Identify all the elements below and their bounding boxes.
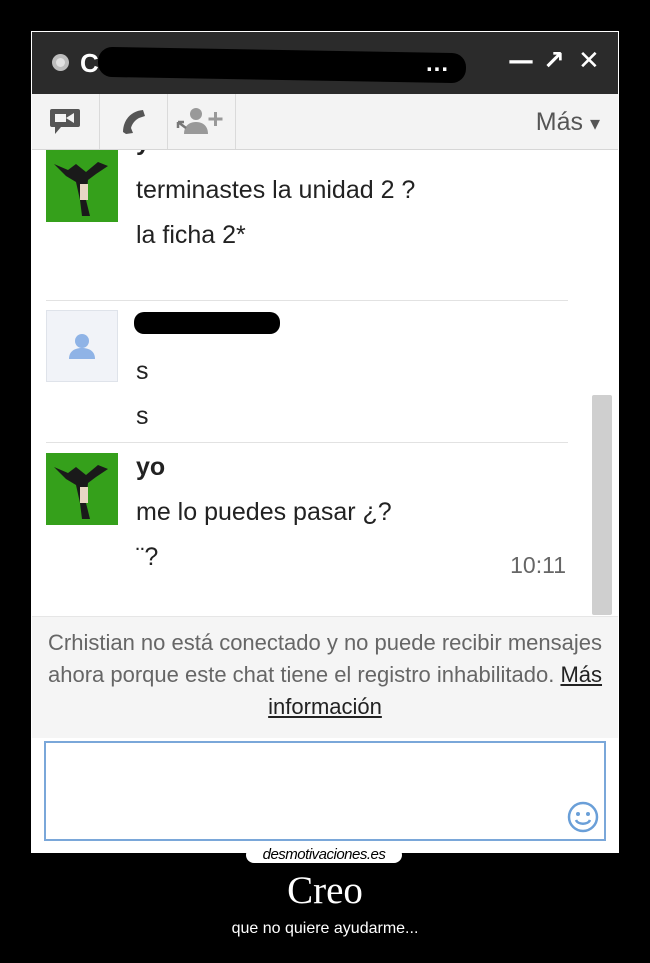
phone-call-icon bbox=[123, 110, 145, 134]
message-text: la ficha 2* bbox=[136, 221, 246, 249]
video-chat-button[interactable] bbox=[32, 94, 100, 149]
default-person-icon bbox=[69, 334, 95, 359]
message-separator bbox=[46, 300, 568, 301]
message-text: terminastes la unidad 2 ? bbox=[136, 176, 416, 204]
message-text: s bbox=[136, 402, 149, 430]
popout-button[interactable]: ↗ bbox=[543, 46, 565, 76]
chat-title-ellipsis: ... bbox=[426, 50, 450, 77]
video-chat-icon bbox=[50, 109, 80, 134]
message-scrollbar[interactable] bbox=[592, 395, 612, 615]
message-text: s bbox=[136, 357, 149, 385]
message-group: yo me lo puedes pasar ¿? ¨? bbox=[46, 453, 568, 593]
redacted-contact-name bbox=[97, 46, 467, 84]
sender-name: yo bbox=[136, 150, 165, 157]
message-input[interactable] bbox=[44, 741, 606, 841]
avatar bbox=[46, 150, 118, 222]
more-menu[interactable]: Más ▾ bbox=[536, 108, 600, 137]
avatar-photo-icon bbox=[46, 453, 118, 525]
avatar bbox=[46, 453, 118, 525]
message-group: s s bbox=[46, 310, 568, 440]
add-person-icon bbox=[176, 108, 223, 134]
redacted-sender-name bbox=[134, 312, 280, 334]
message-separator bbox=[46, 442, 568, 443]
message-list[interactable]: yo terminastes la unidad 2 ? la ficha 2*… bbox=[32, 150, 618, 616]
minimize-button[interactable]: — bbox=[508, 46, 534, 76]
add-person-button[interactable] bbox=[168, 94, 236, 149]
compose-area bbox=[32, 738, 618, 852]
close-button[interactable]: ✕ bbox=[578, 46, 600, 76]
chat-window: C ... — ↗ ✕ Más ▾ terminastes la unidad … bbox=[31, 31, 619, 853]
more-menu-label: Más bbox=[535, 108, 583, 136]
chat-toolbar: Más ▾ bbox=[32, 94, 618, 150]
chat-title-initial: C bbox=[80, 48, 99, 78]
smiley-icon bbox=[567, 801, 599, 833]
offline-status-notice: Crhistian no está conectado y no puede r… bbox=[32, 616, 618, 738]
emoji-button[interactable] bbox=[566, 800, 600, 834]
status-dot-icon bbox=[52, 54, 69, 71]
chevron-down-icon: ▾ bbox=[589, 113, 600, 135]
call-button[interactable] bbox=[100, 94, 168, 149]
poster-title: Creo bbox=[287, 869, 363, 912]
message-text: ¨? bbox=[136, 543, 159, 571]
sender-name: yo bbox=[136, 453, 166, 481]
message-group: yo terminastes la unidad 2 ? la ficha 2* bbox=[46, 150, 568, 260]
poster-subtitle: que no quiere ayudarme... bbox=[231, 920, 419, 937]
avatar bbox=[46, 310, 118, 382]
message-timestamp: 10:11 bbox=[510, 552, 566, 578]
site-watermark: desmotivaciones.es bbox=[246, 847, 402, 863]
message-text: me lo puedes pasar ¿? bbox=[136, 498, 392, 526]
chat-titlebar[interactable]: C ... — ↗ ✕ bbox=[32, 32, 618, 94]
avatar-photo-icon bbox=[46, 150, 118, 222]
offline-status-text: Crhistian no está conectado y no puede r… bbox=[47, 630, 602, 687]
